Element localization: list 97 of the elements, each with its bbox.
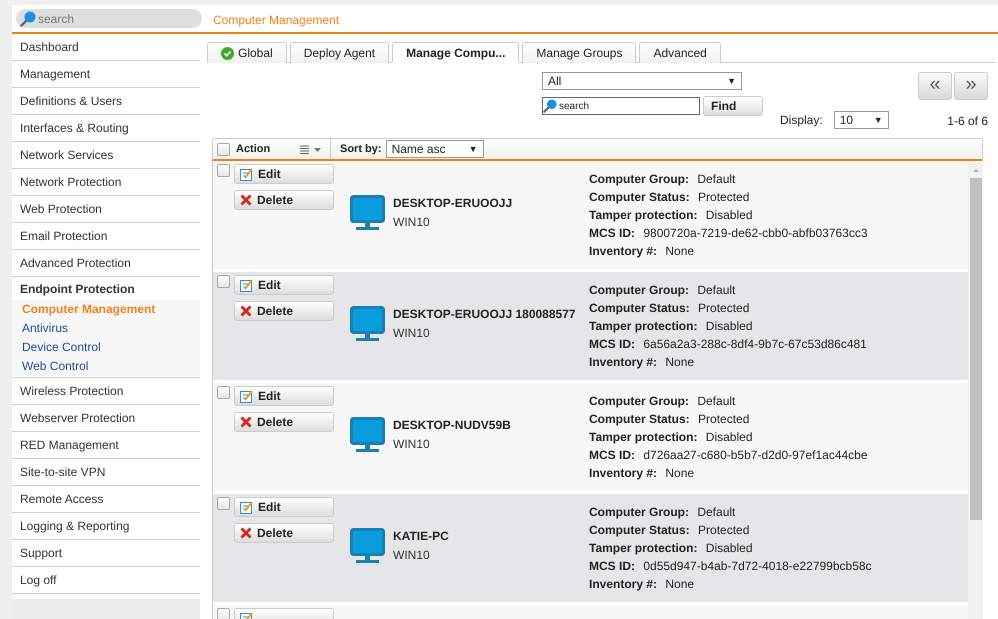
sidebar-subitem[interactable]: Device Control: [22, 338, 200, 357]
info-line: Tamper protection: Disabled: [589, 541, 754, 555]
info-line: Tamper protection: Disabled: [589, 430, 754, 444]
edit-button[interactable]: Edit: [234, 497, 334, 517]
delete-icon: [240, 527, 252, 539]
tab[interactable]: Deploy Agent: [290, 42, 390, 63]
os-label: WIN10: [393, 326, 431, 340]
row-checkbox[interactable]: [217, 164, 230, 177]
info-line: Computer Status: Protected: [589, 523, 750, 537]
sidebar-subitem[interactable]: Antivirus: [22, 319, 200, 338]
row-checkbox[interactable]: [217, 386, 230, 399]
monitor-icon: [350, 416, 385, 452]
sidebar-item[interactable]: Remote Access: [20, 492, 200, 506]
tab[interactable]: Advanced: [639, 42, 721, 63]
info-line: Computer Group: Default: [589, 505, 736, 519]
next-page-button[interactable]: »: [954, 72, 988, 100]
edit-icon: [240, 500, 253, 514]
delete-button[interactable]: Delete: [234, 190, 334, 210]
tab[interactable]: Manage Compu...: [392, 42, 520, 63]
delete-icon: [240, 194, 252, 206]
delete-button[interactable]: Delete: [234, 523, 334, 543]
column-header: Action: [236, 143, 270, 155]
edit-button[interactable]: Edit: [234, 275, 334, 295]
info-line: Computer Status: Protected: [589, 301, 750, 315]
sidebar-item[interactable]: Webserver Protection: [20, 411, 200, 425]
sidebar-item[interactable]: Dashboard: [20, 40, 200, 54]
search-icon: [20, 11, 36, 27]
select-all-checkbox[interactable]: [217, 142, 230, 156]
row-checkbox[interactable]: [217, 608, 230, 619]
info-line: MCS ID: 9800720a-7219-de62-cbb0-abfb03763cc3: [589, 226, 868, 240]
info-line: Tamper protection: Disabled: [589, 319, 754, 333]
edit-icon: [240, 390, 253, 402]
edit-icon: [240, 168, 253, 180]
sidebar-item[interactable]: Interfaces & Routing: [20, 121, 200, 135]
sidebar-item[interactable]: Definitions & Users: [20, 94, 200, 108]
info-line: Computer Group: Default: [589, 172, 736, 186]
check-circle-icon: [221, 46, 234, 60]
monitor-icon: [350, 528, 385, 564]
info-line: Computer Group: Default: [589, 394, 736, 408]
delete-icon: [240, 416, 252, 428]
monitor-icon: [350, 194, 385, 230]
sidebar-item[interactable]: Web Protection: [20, 202, 200, 216]
previous-page-button[interactable]: «: [918, 72, 952, 100]
row-checkbox[interactable]: [217, 497, 230, 510]
info-line: Computer Group: Default: [589, 283, 736, 297]
sort-label: Sort by:: [340, 143, 382, 155]
info-line: Inventory #: None: [589, 355, 696, 369]
delete-button[interactable]: Delete: [234, 412, 334, 432]
sidebar-item[interactable]: Management: [20, 67, 200, 81]
computer-name: KATIE-PC: [393, 529, 449, 543]
info-line: MCS ID: d726aa27-c680-b5b7-d2d0-97ef1ac44cbe: [589, 448, 868, 462]
sidebar-subitem[interactable]: Web Control: [22, 357, 200, 376]
search-icon: [543, 99, 557, 113]
sidebar-item[interactable]: Network Services: [20, 148, 200, 162]
os-label: WIN10: [393, 548, 431, 562]
tab[interactable]: Global: [207, 42, 287, 63]
page-title: Computer Management: [213, 13, 340, 27]
search-field[interactable]: search: [542, 97, 700, 115]
delete-icon: [240, 305, 252, 317]
page-count: 1-6 of 6: [947, 114, 988, 128]
edit-button[interactable]: Edit: [234, 386, 334, 406]
info-line: Inventory #: None: [589, 244, 696, 258]
display-label: Display:: [780, 113, 823, 127]
sort-select[interactable]: Name asc ▼: [386, 140, 484, 158]
edit-icon: [240, 278, 253, 292]
sidebar-item[interactable]: Email Protection: [20, 229, 200, 243]
sidebar-item[interactable]: Site-to-site VPN: [20, 465, 200, 479]
find-button[interactable]: Find: [703, 96, 763, 116]
info-line: Inventory #: None: [589, 577, 696, 591]
computer-name: DESKTOP-ERUOOJJ 180088577: [393, 307, 576, 321]
sidebar-item[interactable]: Network Protection: [20, 175, 200, 189]
sidebar-item[interactable]: Support: [20, 546, 200, 560]
os-label: WIN10: [393, 215, 431, 229]
info-line: MCS ID: 6a56a2a3-288c-8df4-9b7c-67c53d86c481: [589, 337, 867, 351]
sidebar-item[interactable]: Wireless Protection: [20, 384, 200, 398]
info-line: MCS ID: 0d55d947-b4ab-7d72-4018-e22799bcb58c: [589, 559, 872, 573]
search-field[interactable]: search: [16, 9, 202, 28]
info-line: Tamper protection: Disabled: [589, 208, 754, 222]
monitor-icon: [350, 306, 385, 342]
computer-name: DESKTOP-NUDV59B: [393, 418, 511, 432]
sidebar-item[interactable]: Advanced Protection: [20, 256, 200, 270]
info-line: Computer Status: Protected: [589, 190, 750, 204]
info-line: Computer Status: Protected: [589, 412, 750, 426]
computer-name: DESKTOP-ERUOOJJ: [393, 196, 512, 210]
sidebar-item[interactable]: Log off: [20, 573, 200, 587]
delete-button[interactable]: Delete: [234, 301, 334, 321]
display-select[interactable]: 10 ▼: [834, 111, 889, 129]
row-checkbox[interactable]: [217, 275, 230, 288]
os-label: WIN10: [393, 437, 431, 451]
sidebar-item[interactable]: Logging & Reporting: [20, 519, 200, 533]
column-menu-icon[interactable]: [300, 144, 322, 154]
edit-button[interactable]: Edit: [234, 164, 334, 184]
info-line: Inventory #: None: [589, 466, 696, 480]
sidebar-item[interactable]: RED Management: [20, 438, 200, 452]
tab[interactable]: Manage Groups: [522, 42, 636, 63]
group-select[interactable]: All ▼: [542, 72, 742, 90]
sidebar-item[interactable]: Endpoint Protection: [20, 282, 200, 300]
